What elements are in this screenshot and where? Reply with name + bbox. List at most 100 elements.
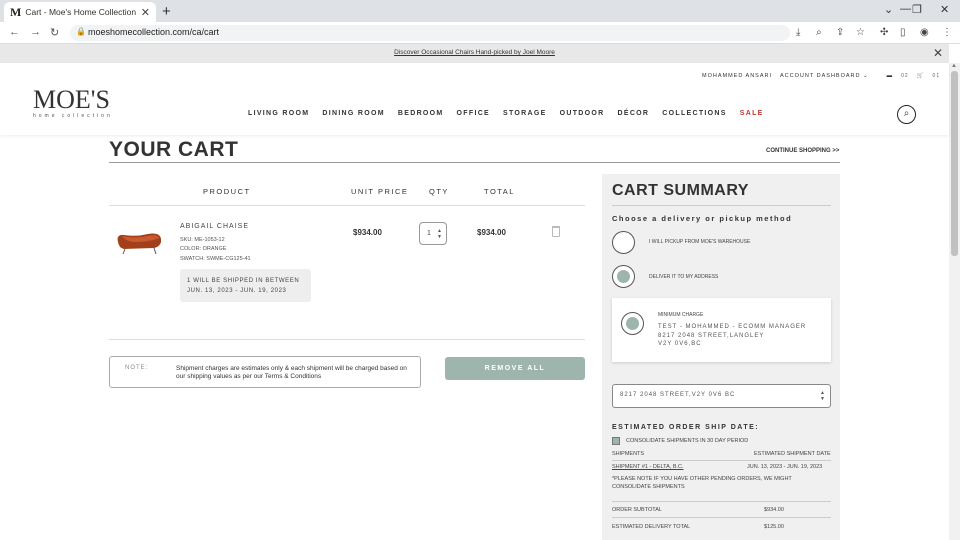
new-tab-icon[interactable]: +: [162, 3, 171, 20]
pickup-label[interactable]: I WILL PICKUP FROM MOE'S WAREHOUSE: [649, 239, 750, 245]
account-nav: MOHAMMED ANSARI ACCOUNT DASHBOARD ⌄ ▬ 02…: [702, 73, 940, 79]
window-close-icon[interactable]: ✕: [940, 3, 949, 16]
user-name[interactable]: MOHAMMED ANSARI: [702, 73, 772, 79]
minimize-icon[interactable]: —: [900, 3, 911, 15]
ship-window-line2: JUN. 13, 2023 - JUN. 19, 2023: [187, 288, 287, 294]
url-field[interactable]: 🔒 moeshomecollection.com/ca/cart: [70, 25, 790, 41]
scroll-up-icon[interactable]: ▲: [951, 63, 957, 69]
note-label: NOTE:: [125, 365, 149, 371]
side-panel-icon[interactable]: ▯: [900, 27, 906, 38]
page-scrollbar[interactable]: ▲: [949, 63, 960, 540]
nav-decor[interactable]: DÉCOR: [618, 110, 650, 117]
nav-bedroom[interactable]: BEDROOM: [398, 110, 444, 117]
address-text: TEST - MOHAMMED - ECOMM MANAGER 8217 204…: [658, 323, 806, 349]
address-card[interactable]: MINIMUM CHARGE TEST - MOHAMMED - ECOMM M…: [612, 298, 831, 362]
share-icon[interactable]: ⇪: [836, 27, 844, 38]
search-icon[interactable]: ⌕: [897, 105, 916, 124]
note-box: NOTE: Shipment charges are estimates onl…: [109, 356, 421, 388]
continue-shopping-link[interactable]: CONTINUE SHOPPING >>: [766, 148, 839, 154]
site-logo[interactable]: MOE'S: [33, 85, 110, 115]
deliver-radio[interactable]: [612, 265, 635, 288]
unit-price: $934.00: [353, 228, 382, 237]
product-sku: SKU: ME-1053-12: [180, 237, 225, 243]
extensions-icon[interactable]: ✣: [880, 27, 888, 38]
shipments-divider: [612, 460, 831, 461]
totals-divider: [612, 501, 831, 502]
pickup-radio[interactable]: [612, 231, 635, 254]
tab-close-icon[interactable]: ✕: [141, 6, 150, 19]
site-header: MOE'S home collection MOHAMMED ANSARI AC…: [0, 63, 949, 135]
promo-bar: Discover Occasional Chairs Hand-picked b…: [0, 44, 949, 63]
reload-icon[interactable]: ↻: [50, 26, 59, 39]
consolidate-checkbox[interactable]: [612, 437, 620, 445]
cart-icon[interactable]: 🛒: [917, 73, 925, 79]
address-bar: ← → ↻ 🔒 moeshomecollection.com/ca/cart ⤓…: [0, 22, 960, 44]
line-total: $934.00: [477, 228, 506, 237]
zoom-icon[interactable]: ⌕: [816, 27, 822, 38]
back-icon[interactable]: ←: [9, 26, 20, 38]
nav-storage[interactable]: STORAGE: [503, 110, 547, 117]
address-line2: 8217 2048 STREET,LANGLEY: [658, 332, 765, 339]
col-header-unit-price: UNIT PRICE: [351, 187, 409, 196]
nav-dining-room[interactable]: DINING ROOM: [322, 110, 385, 117]
window-chevron-icon[interactable]: ⌄: [884, 3, 893, 16]
nav-collections[interactable]: COLLECTIONS: [662, 110, 726, 117]
est-ship-date-header: ESTIMATED SHIPMENT DATE: [754, 451, 831, 457]
lock-icon: 🔒: [76, 27, 86, 36]
minimum-charge-label: MINIMUM CHARGE: [658, 312, 704, 318]
tab-title: Cart - Moe's Home Collection: [25, 7, 137, 17]
folder-count: 02: [901, 73, 909, 79]
menu-icon[interactable]: ⋮: [942, 27, 952, 38]
remove-all-button[interactable]: REMOVE ALL: [445, 357, 585, 380]
summary-title: CART SUMMARY: [612, 182, 749, 199]
shipment-1-link[interactable]: SHIPMENT #1 - DELTA, B.C.: [612, 464, 684, 470]
ship-window-line1: 1 WILL BE SHIPPED IN BETWEEN: [187, 278, 300, 284]
col-header-qty: QTY: [429, 187, 449, 196]
pending-orders-note: *PLEASE NOTE IF YOU HAVE OTHER PENDING O…: [612, 476, 792, 490]
method-heading: Choose a delivery or pickup method: [612, 214, 793, 223]
address-line1: TEST - MOHAMMED - ECOMM MANAGER: [658, 324, 807, 330]
est-ship-heading: ESTIMATED ORDER SHIP DATE:: [612, 424, 760, 431]
address-radio[interactable]: [621, 312, 644, 335]
browser-tab[interactable]: M Cart - Moe's Home Collection ✕: [4, 2, 156, 22]
nav-living-room[interactable]: LIVING ROOM: [248, 110, 309, 117]
profile-icon[interactable]: ◉: [920, 27, 929, 38]
forward-icon[interactable]: →: [30, 26, 41, 38]
product-color: COLOR: ORANGE: [180, 246, 227, 252]
folder-icon[interactable]: ▬: [887, 73, 894, 79]
quantity-spin-icon[interactable]: ▲ ▼: [437, 228, 442, 240]
promo-close-icon[interactable]: ✕: [933, 46, 943, 60]
address-line3: V2Y 0V6,BC: [658, 341, 702, 347]
product-name[interactable]: ABIGAIL CHAISE: [180, 223, 249, 230]
deliver-label[interactable]: DELIVER IT TO MY ADDRESS: [649, 274, 718, 280]
item-divider: [109, 339, 585, 340]
trash-icon[interactable]: [552, 226, 560, 237]
bookmark-star-icon[interactable]: ☆: [856, 27, 865, 38]
subtotal-divider: [612, 517, 831, 518]
nav-outdoor[interactable]: OUTDOOR: [560, 110, 605, 117]
nav-sale[interactable]: SALE: [740, 110, 764, 117]
maximize-icon[interactable]: ❐: [912, 3, 922, 16]
ship-window-box: 1 WILL BE SHIPPED IN BETWEEN JUN. 13, 20…: [180, 269, 311, 302]
site-favicon-icon: M: [10, 4, 22, 19]
address-select-value: 8217 2048 STREET,V2Y 0V6 BC: [620, 392, 736, 398]
subtotal-label: ORDER SUBTOTAL: [612, 507, 662, 513]
download-icon[interactable]: ⤓: [796, 27, 800, 38]
consolidate-label[interactable]: CONSOLIDATE SHIPMENTS IN 30 DAY PERIOD: [626, 438, 748, 444]
quantity-stepper[interactable]: 1 ▲ ▼: [419, 222, 447, 245]
col-header-total: TOTAL: [484, 187, 515, 196]
product-image[interactable]: [114, 224, 164, 256]
select-arrows-icon: ▲ ▼: [820, 390, 826, 402]
cart-summary-panel: CART SUMMARY Choose a delivery or pickup…: [602, 174, 840, 540]
delivery-total-label: ESTIMATED DELIVERY TOTAL: [612, 524, 691, 530]
page-title: YOUR CART: [109, 138, 239, 161]
scrollbar-thumb[interactable]: [951, 71, 958, 256]
product-swatch: SWATCH: SWME-CG125-41: [180, 256, 251, 262]
nav-office[interactable]: OFFICE: [457, 110, 490, 117]
url-text: moeshomecollection.com/ca/cart: [88, 27, 220, 37]
account-dashboard-link[interactable]: ACCOUNT DASHBOARD ⌄: [780, 73, 869, 79]
quantity-value: 1: [427, 230, 431, 237]
promo-link[interactable]: Discover Occasional Chairs Hand-picked b…: [394, 49, 555, 56]
address-select[interactable]: 8217 2048 STREET,V2Y 0V6 BC ▲ ▼: [612, 384, 831, 408]
delivery-total-value: $125.00: [764, 524, 784, 530]
